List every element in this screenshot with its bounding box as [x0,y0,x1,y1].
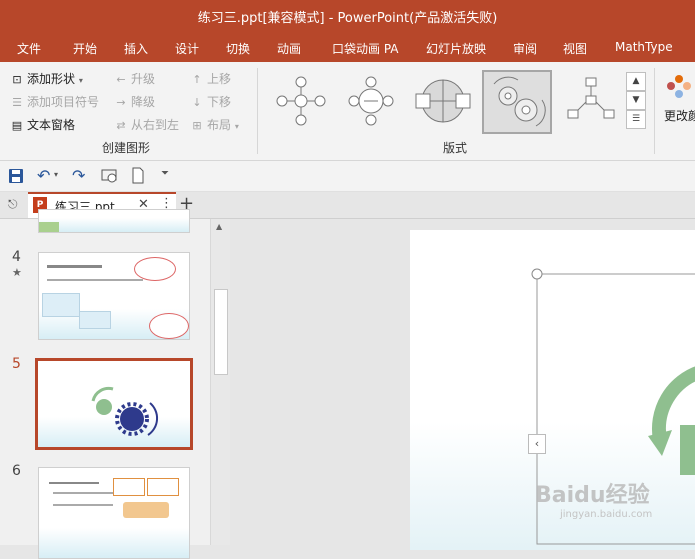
move-up-button[interactable]: ↑ 上移 [190,70,231,87]
tab-mathtype[interactable]: MathType [615,40,673,54]
watermark-url: jingyan.baidu.com [560,509,653,520]
slide-thumbnail-6[interactable] [38,467,190,559]
scroll-up-icon[interactable]: ▲ [216,222,222,231]
text-pane-button[interactable]: ▤ 文本窗格 [10,116,75,133]
right-to-left-button[interactable]: ⇄ 从右到左 [114,116,179,133]
thought-bubble [149,313,189,339]
layout-hierarchy-option[interactable] [560,72,622,130]
chevron-down-icon: ▾ [234,122,239,131]
tab-list-icon[interactable]: ⎋ [8,197,18,212]
slide-thumbnail-3[interactable] [38,209,190,233]
chevron-down-icon: ▼ [632,95,640,105]
palette-icon [667,75,691,98]
slide-number-6: 6 [12,463,21,479]
arrow-down-icon: ↓ [192,96,202,109]
undo-icon[interactable]: ↶ [37,166,50,185]
chevron-down-icon: ▾ [78,76,83,85]
layout-button[interactable]: ⊞ 布局 ▾ [190,116,239,133]
group-divider [654,68,655,154]
tab-review[interactable]: 审阅 [513,40,537,57]
group-divider [257,68,258,154]
watermark: Baidu经验 [535,483,650,508]
create-graphic-group-label: 创建图形 [102,141,151,155]
grass-decoration [39,222,59,232]
new-document-icon[interactable] [131,167,145,185]
window-title: 练习三.ppt[兼容模式] - PowerPoint(产品激活失败) [197,11,498,26]
promote-button[interactable]: ← 升级 [114,70,155,87]
text-pane-icon: ▤ [11,119,23,132]
ribbon: ⊡ 添加形状 ▾ ☰ 添加项目符号 ▤ 文本窗格 ← 升级 → 降级 ⇄ 从右到左 ↑ 上移 … [0,62,695,161]
rtl-icon: ⇄ [116,119,126,132]
thumbnail-scrollbar[interactable]: ▲ [210,219,231,545]
layout-cycle-option[interactable] [270,72,332,130]
tab-slideshow[interactable]: 幻灯片放映 [426,40,486,57]
tab-animations[interactable]: 动画 [277,40,301,57]
arrow-right-icon: → [116,96,126,109]
title-bar: 练习三.ppt[兼容模式] - PowerPoint(产品激活失败) [0,0,695,32]
gallery-more-button[interactable]: ☰ [626,110,646,129]
customize-toolbar-icon[interactable]: ⏷ [161,168,169,179]
present-from-start-icon[interactable] [101,168,119,184]
slide-number-4: 4 [12,249,21,265]
scrollbar-thumb[interactable] [214,289,228,375]
slide-number-5: 5 [12,356,21,372]
slide-edit-area: ‹ Baidu经验 jingyan.baidu.com [230,219,695,550]
ribbon-tabs: 文件 开始 插入 设计 切换 动画 口袋动画 PA 幻灯片放映 审阅 视图 Ma… [0,32,695,62]
arrow-up-icon: ↑ [192,73,202,86]
tab-file[interactable]: 文件 [17,40,41,57]
thought-bubble [134,257,176,281]
boat-illustration [123,502,169,518]
save-icon[interactable] [8,168,24,184]
layout-radial-option[interactable] [340,72,402,130]
tab-pocket-animation[interactable]: 口袋动画 PA [332,40,399,57]
animation-star-icon: ★ [12,266,22,279]
tab-design[interactable]: 设计 [175,40,199,57]
layout-group-label: 版式 [443,141,468,155]
chevron-down-icon[interactable]: ▾ [54,170,58,179]
gear-icon [493,76,546,127]
demote-button[interactable]: → 降级 [114,93,155,110]
change-colors-button[interactable]: 更改颜 [664,74,695,124]
gallery-scroll-up-button[interactable]: ▲ [626,72,646,91]
bullet-list-icon: ☰ [12,96,22,109]
add-bullet-button[interactable]: ☰ 添加项目符号 [10,93,99,110]
add-shape-icon: ⊡ [12,73,22,86]
add-shape-button[interactable]: ⊡ 添加形状 ▾ [10,70,83,87]
slide-thumbnail-4[interactable] [38,252,190,340]
gear-icon [91,386,159,436]
layout-gear-option-selected[interactable] [482,70,552,134]
chevron-left-icon: ‹ [534,437,540,450]
tab-transitions[interactable]: 切换 [226,40,250,57]
layout-icon: ⊞ [192,119,202,132]
quick-access-toolbar: ↶ ▾ ↷ ⏷ [0,161,695,192]
slide-thumbnail-pane: 4 ★ 5 6 [0,209,210,559]
redo-icon[interactable]: ↷ [72,166,85,185]
gallery-scroll-down-button[interactable]: ▼ [626,91,646,110]
chevron-up-icon: ▲ [632,76,640,86]
arrow-left-icon: ← [116,73,126,86]
tab-insert[interactable]: 插入 [124,40,148,57]
move-down-button[interactable]: ↓ 下移 [190,93,231,110]
text-pane-toggle-button[interactable]: ‹ [528,434,546,454]
tab-home[interactable]: 开始 [73,40,97,57]
slide-thumbnail-5-selected[interactable] [35,358,193,450]
layout-segmented-option[interactable] [412,72,474,130]
expand-gallery-icon: ☰ [631,114,641,124]
tab-view[interactable]: 视图 [563,40,587,57]
